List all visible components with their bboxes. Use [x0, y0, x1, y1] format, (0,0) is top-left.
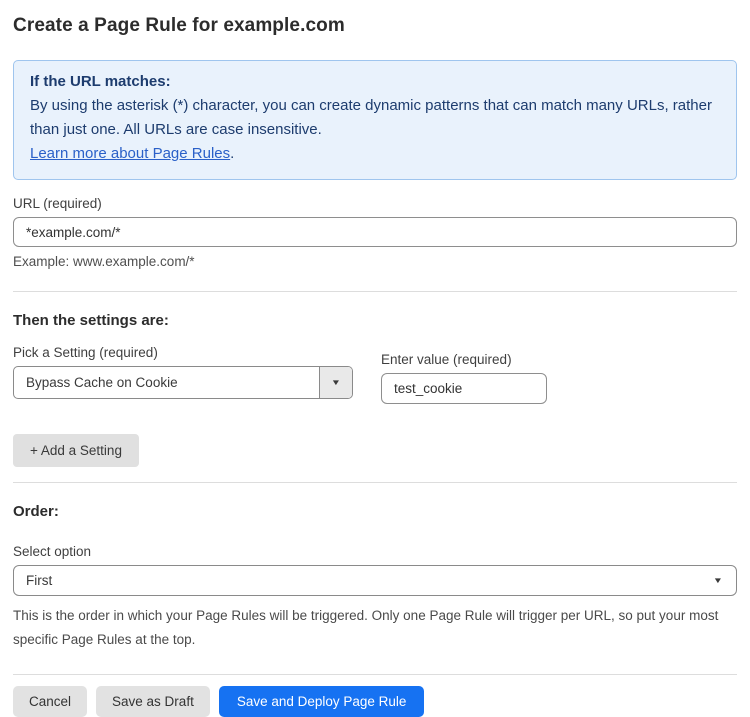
url-example-text: Example: www.example.com/*	[13, 254, 737, 269]
setting-value-input[interactable]	[381, 373, 547, 404]
settings-section-heading: Then the settings are:	[13, 312, 737, 329]
order-select-value: First	[26, 573, 52, 588]
order-help-text: This is the order in which your Page Rul…	[13, 604, 737, 652]
chevron-down-icon: ▼	[331, 379, 341, 387]
divider	[13, 482, 737, 483]
page-title: Create a Page Rule for example.com	[13, 0, 737, 37]
info-box-heading: If the URL matches:	[30, 70, 720, 94]
order-select-label: Select option	[13, 544, 737, 559]
link-suffix: .	[230, 145, 234, 162]
setting-select-arrow-button[interactable]: ▼	[319, 367, 352, 398]
cancel-button[interactable]: Cancel	[13, 686, 87, 717]
info-box-link-line: Learn more about Page Rules.	[30, 142, 720, 166]
info-box-body: By using the asterisk (*) character, you…	[30, 94, 720, 142]
url-matches-info-box: If the URL matches: By using the asteris…	[13, 60, 737, 180]
setting-picker-column: Pick a Setting (required) Bypass Cache o…	[13, 329, 353, 404]
order-select[interactable]: First ▼	[13, 565, 737, 596]
setting-select-value: Bypass Cache on Cookie	[14, 375, 178, 390]
setting-value-column: Enter value (required)	[381, 329, 547, 404]
chevron-down-icon: ▼	[713, 577, 723, 585]
setting-select[interactable]: Bypass Cache on Cookie ▼	[13, 366, 353, 399]
learn-more-link[interactable]: Learn more about Page Rules	[30, 145, 230, 162]
setting-picker-label: Pick a Setting (required)	[13, 345, 353, 360]
setting-value-label: Enter value (required)	[381, 352, 547, 367]
url-input[interactable]	[13, 217, 737, 247]
page-rule-form: Create a Page Rule for example.com If th…	[0, 0, 750, 717]
divider	[13, 291, 737, 292]
footer-actions: Cancel Save as Draft Save and Deploy Pag…	[13, 686, 737, 717]
save-deploy-button[interactable]: Save and Deploy Page Rule	[219, 686, 425, 717]
add-setting-button[interactable]: + Add a Setting	[13, 434, 139, 467]
url-label: URL (required)	[13, 196, 737, 211]
settings-row: Pick a Setting (required) Bypass Cache o…	[13, 329, 737, 404]
divider	[13, 674, 737, 675]
order-section-heading: Order:	[13, 503, 737, 520]
save-draft-button[interactable]: Save as Draft	[96, 686, 210, 717]
